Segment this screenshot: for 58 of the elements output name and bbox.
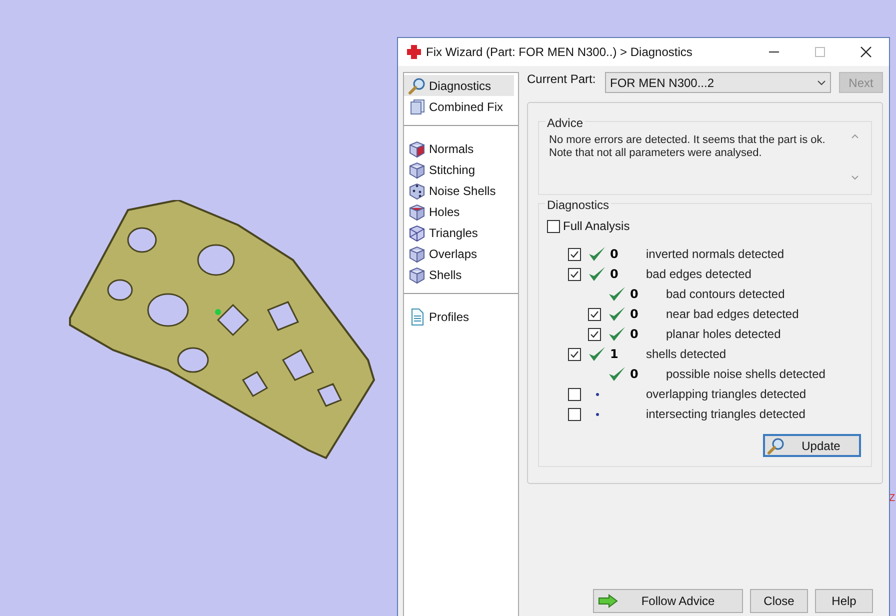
- nav-item[interactable]: Holes: [404, 201, 514, 222]
- count-value: 0: [630, 327, 638, 341]
- count-value: 1: [610, 347, 618, 361]
- count-value: 0: [630, 287, 638, 301]
- diagnostic-label: bad edges detected: [646, 266, 752, 283]
- checkbox[interactable]: [568, 348, 581, 360]
- advice-text: No more errors are detected. It seems that the part is ok. Note that not all parameters were analysed.: [549, 134, 826, 161]
- update-button[interactable]: Update: [763, 434, 861, 457]
- checkbox[interactable]: [588, 308, 601, 320]
- diagnostic-label: planar holes detected: [666, 326, 781, 343]
- window-title: Fix Wizard (Part: FOR MEN N300..) > Diagnostics: [426, 44, 694, 61]
- nav-item[interactable]: Shells: [404, 264, 514, 285]
- current-part-label: Current Part:: [527, 71, 597, 88]
- pages-icon: [408, 98, 426, 116]
- diagnostic-label: overlapping triangles detected: [646, 386, 806, 403]
- nav-item[interactable]: Combined Fix: [404, 96, 514, 117]
- arrow-right-icon: [598, 594, 618, 608]
- cube-icon: [408, 160, 426, 178]
- nav-item[interactable]: Stitching: [404, 159, 514, 180]
- chevron-down-icon: [817, 80, 826, 86]
- count-value: 0: [610, 267, 618, 281]
- diagnostic-label: near bad edges detected: [666, 306, 799, 323]
- count-value: 0: [610, 247, 618, 261]
- dice-icon: [408, 182, 426, 200]
- diagnostic-label: bad contours detected: [666, 286, 785, 303]
- diagnostic-label: intersecting triangles detected: [646, 406, 806, 423]
- nav-item[interactable]: Noise Shells: [404, 180, 514, 201]
- cube-icon: [408, 202, 426, 220]
- diagnostic-label: inverted normals detected: [646, 246, 784, 263]
- checkbox[interactable]: [568, 248, 581, 260]
- nav-item[interactable]: Profiles: [404, 306, 514, 327]
- maximize-icon: [815, 47, 825, 57]
- cube-icon: [408, 244, 426, 262]
- diagnostic-label: possible noise shells detected: [666, 366, 826, 383]
- dialog-button[interactable]: Follow Advice: [593, 589, 743, 613]
- dialog-button[interactable]: Close: [750, 589, 808, 613]
- dialog-button[interactable]: Help: [815, 589, 873, 613]
- cube-icon: [408, 266, 426, 284]
- count-value: 0: [630, 307, 638, 321]
- nav-item[interactable]: Normals: [404, 138, 514, 159]
- diagnostic-label: shells detected: [646, 346, 726, 363]
- checkbox[interactable]: [588, 328, 601, 340]
- search-icon: [408, 76, 426, 94]
- count-value: 0: [630, 367, 638, 381]
- checkbox[interactable]: [568, 408, 581, 420]
- checkbox[interactable]: [568, 268, 581, 280]
- part-dropdown[interactable]: FOR MEN N300...2: [605, 72, 831, 93]
- nav-item[interactable]: Diagnostics: [404, 75, 514, 96]
- checkbox-label: Full Analysis: [563, 218, 630, 235]
- nav-item[interactable]: Triangles: [404, 222, 514, 243]
- cross-icon: [406, 44, 422, 60]
- search-icon: [767, 436, 785, 454]
- wireframe-cube-icon: [408, 224, 426, 242]
- checkbox[interactable]: [547, 220, 560, 232]
- cube-icon: [408, 140, 426, 158]
- nav-item[interactable]: Overlaps: [404, 243, 514, 264]
- checkbox[interactable]: [568, 388, 581, 400]
- close-icon: [860, 46, 872, 58]
